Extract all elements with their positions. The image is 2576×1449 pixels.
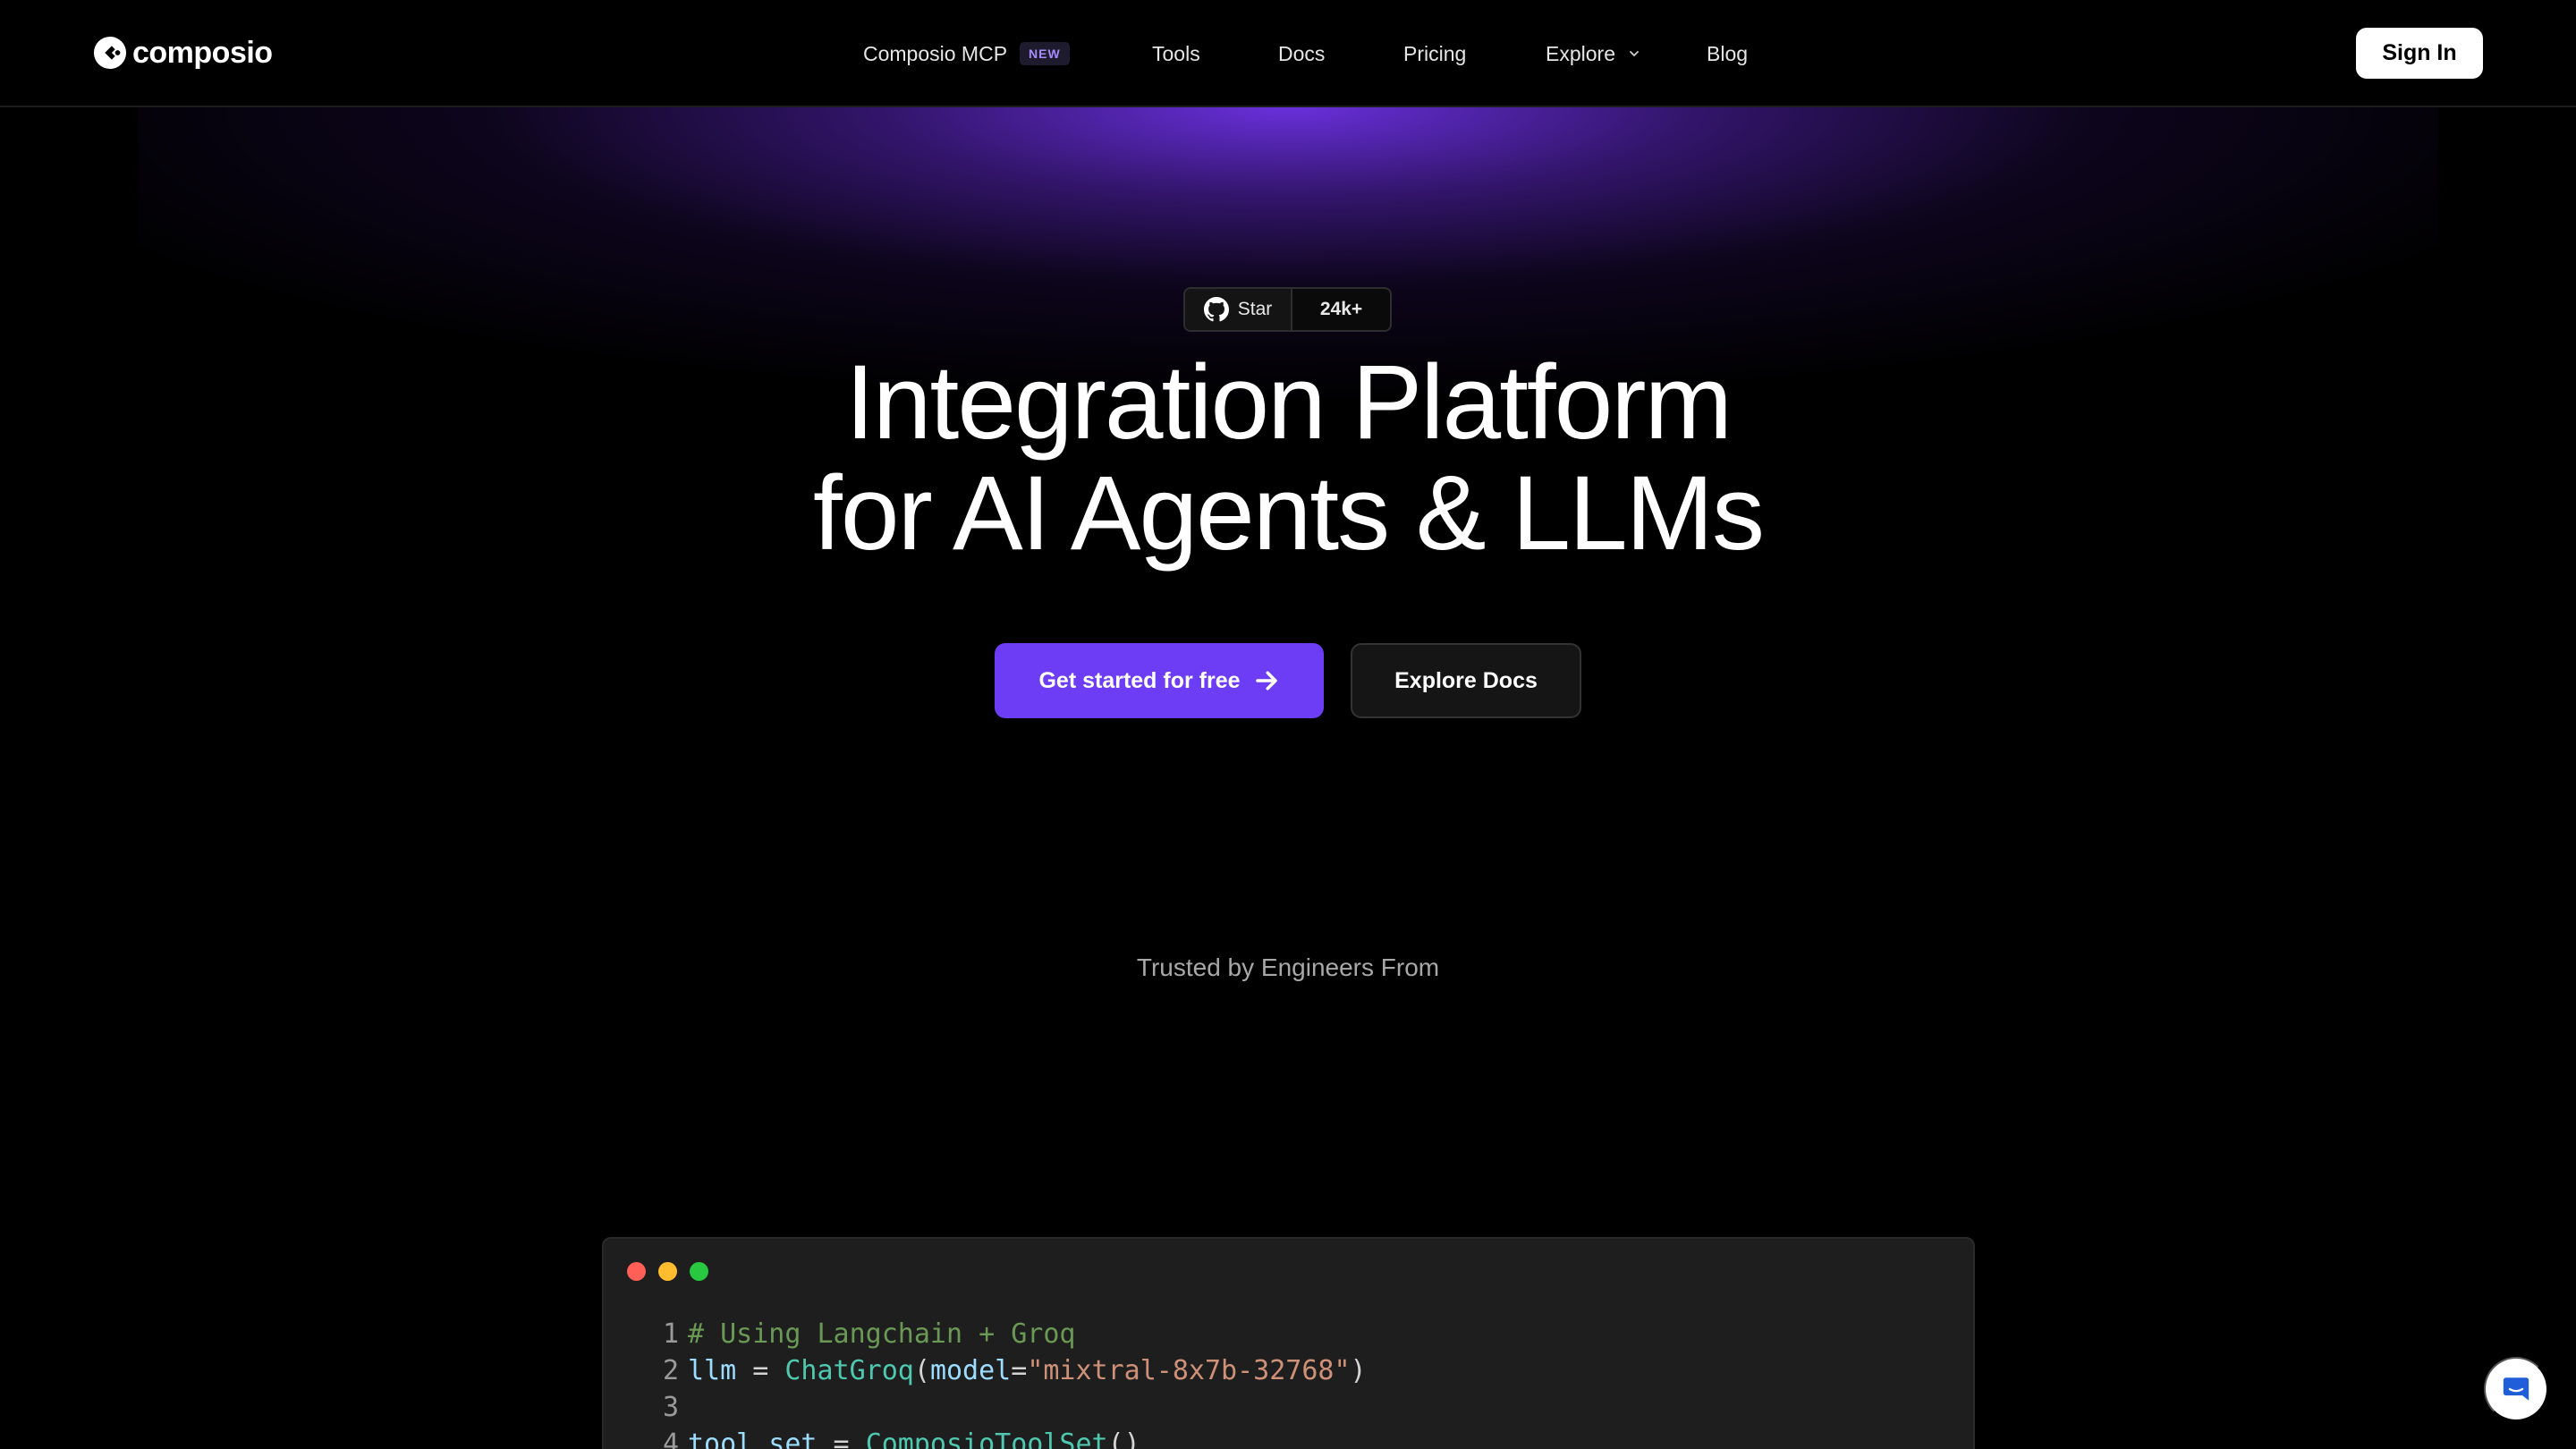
nav-item-label: Docs xyxy=(1278,41,1326,65)
line-number: 2 xyxy=(662,1355,679,1386)
arrow-right-icon xyxy=(1255,671,1277,691)
nav-item-tools[interactable]: Tools xyxy=(1152,38,1200,70)
nav-item-pricing[interactable]: Pricing xyxy=(1403,38,1466,70)
line-number: 4 xyxy=(662,1428,679,1449)
nav-item-label: Pricing xyxy=(1403,41,1467,65)
code-token: # Using Langchain + Groq xyxy=(688,1318,1076,1350)
line-number: 3 xyxy=(662,1392,679,1423)
code-token: = xyxy=(1011,1355,1028,1386)
nav-item-label: Composio MCP xyxy=(863,41,1008,65)
nav-item-label: Explore xyxy=(1546,41,1615,65)
code-token: ChatGroq xyxy=(784,1355,914,1386)
trusted-by-heading: Trusted by Engineers From xyxy=(1136,953,1440,981)
code-line: 3 xyxy=(648,1389,1367,1426)
code-window: 1 # Using Langchain + Groq 2 llm = ChatGroq… xyxy=(602,1237,1975,1449)
chat-launcher-button[interactable] xyxy=(2484,1357,2548,1421)
line-number: 1 xyxy=(662,1318,679,1350)
code-token: tool_set xyxy=(688,1428,818,1449)
hero-headline-line-1: Integration Platform xyxy=(845,343,1733,462)
hero-headline: Integration Platform for AI Agents & LLM… xyxy=(626,347,1950,569)
nav-item-blog[interactable]: Blog xyxy=(1707,38,1748,70)
nav-item-label: Blog xyxy=(1707,41,1749,65)
code-token: "mixtral-8x7b-32768" xyxy=(1027,1355,1351,1386)
chevron-down-icon xyxy=(1630,51,1639,56)
code-line: 1 # Using Langchain + Groq xyxy=(648,1316,1367,1352)
github-star-button[interactable]: Star 24k+ xyxy=(1183,287,1392,332)
window-controls xyxy=(627,1262,708,1281)
github-star-left: Star xyxy=(1185,289,1292,330)
code-line: 2 llm = ChatGroq(model = "mixtral-8x7b-3276… xyxy=(648,1352,1367,1389)
code-token: model xyxy=(929,1355,1012,1386)
sign-in-button[interactable]: Sign In xyxy=(2356,28,2483,79)
code-block: 1 # Using Langchain + Groq 2 llm = ChatGroq… xyxy=(648,1316,1367,1449)
chat-bubble-icon xyxy=(2503,1377,2529,1401)
get-started-button[interactable]: Get started for free xyxy=(995,643,1324,718)
github-star-label: Star xyxy=(1237,299,1273,319)
code-token: ( xyxy=(913,1355,930,1386)
code-token: = xyxy=(736,1355,785,1386)
github-star-count: 24k+ xyxy=(1319,299,1363,319)
code-token: ComposioToolSet xyxy=(865,1428,1108,1449)
new-badge: NEW xyxy=(1020,42,1070,65)
code-token: llm xyxy=(688,1355,737,1386)
code-line: 4 tool_set = ComposioToolSet() xyxy=(648,1426,1367,1449)
nav-item-label: Tools xyxy=(1152,41,1200,65)
hero-headline-line-2: for AI Agents & LLMs xyxy=(813,454,1765,572)
maximize-dot xyxy=(690,1262,708,1281)
nav-item-docs[interactable]: Docs xyxy=(1278,38,1325,70)
page: composio Composio MCP NEW Tools Docs Pri… xyxy=(0,0,2576,1449)
get-started-label: Get started for free xyxy=(1038,667,1241,693)
nav-item-composio-mcp[interactable]: Composio MCP NEW xyxy=(863,38,1070,70)
github-icon xyxy=(1203,297,1229,322)
explore-docs-button[interactable]: Explore Docs xyxy=(1351,643,1581,718)
nav-item-explore[interactable]: Explore xyxy=(1546,38,1640,70)
code-token: ) xyxy=(1350,1355,1367,1386)
top-nav: composio Composio MCP NEW Tools Docs Pri… xyxy=(0,0,2576,107)
code-token: = xyxy=(817,1428,866,1449)
nav-links: Composio MCP NEW Tools Docs Pricing Expl… xyxy=(0,0,2576,107)
code-token: () xyxy=(1107,1428,1140,1449)
close-dot xyxy=(627,1262,646,1281)
minimize-dot xyxy=(658,1262,677,1281)
